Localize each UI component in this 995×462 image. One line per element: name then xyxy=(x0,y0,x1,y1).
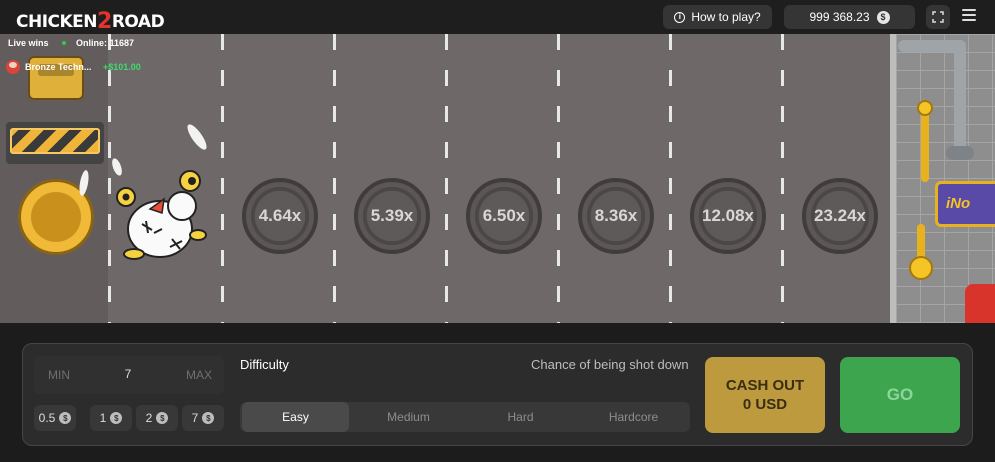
online-count: Online: 11687 xyxy=(76,38,135,48)
dollar-coin-icon: $ xyxy=(110,412,123,424)
info-icon: i xyxy=(674,11,686,23)
fullscreen-icon xyxy=(932,11,944,23)
balance-display: 999 368.23 $ xyxy=(784,5,915,29)
street-lamp-pole xyxy=(954,40,966,158)
bet-amount-value[interactable]: 7 xyxy=(120,367,136,381)
dollar-coin-icon: $ xyxy=(156,412,169,424)
stanchion-top xyxy=(917,100,933,116)
multiplier-manhole: 6.50x xyxy=(466,178,542,254)
lane-divider xyxy=(333,34,336,323)
bet-max-button[interactable]: MAX xyxy=(186,368,212,382)
multiplier-manhole: 4.64x xyxy=(242,178,318,254)
chip-button[interactable]: 1 $ xyxy=(90,405,132,431)
avatar xyxy=(6,60,20,74)
chip-button[interactable]: 0.5 $ xyxy=(34,405,76,431)
difficulty-tab-hard[interactable]: Hard xyxy=(467,402,574,432)
multiplier-manhole: 12.08x xyxy=(690,178,766,254)
dollar-coin-icon: $ xyxy=(876,10,890,24)
chip-button[interactable]: 2 $ xyxy=(136,405,178,431)
stanchion-base xyxy=(909,256,933,280)
sign-board: iNo xyxy=(935,181,995,227)
cash-out-label: CASH OUT xyxy=(725,377,805,394)
lane-divider xyxy=(108,34,111,323)
difficulty-tab-hardcore[interactable]: Hardcore xyxy=(580,402,687,432)
live-indicator-icon xyxy=(62,41,66,45)
chip-button[interactable]: 7 $ xyxy=(182,405,224,431)
cash-out-button[interactable]: CASH OUT 0 USD xyxy=(705,357,825,433)
sign-text: iNo xyxy=(946,195,971,212)
finish-sidewalk xyxy=(896,34,995,323)
chance-label: Chance of being shot down xyxy=(531,357,689,372)
road-area: Live wins Online: 11687 Bronze Techn... … xyxy=(0,34,995,323)
multiplier-manhole: 8.36x xyxy=(578,178,654,254)
lane-divider xyxy=(781,34,784,323)
chicken-character xyxy=(112,169,212,269)
bet-min-button[interactable]: MIN xyxy=(48,368,70,382)
fire-hydrant xyxy=(965,284,995,323)
cash-out-amount: 0 USD xyxy=(742,396,788,413)
game-root: CHICKEN2ROAD i How to play? 999 368.23 $ xyxy=(0,0,995,462)
live-win-entry: Bronze Techn... xyxy=(6,59,91,75)
top-bar: CHICKEN2ROAD i How to play? 999 368.23 $ xyxy=(0,0,995,34)
difficulty-tab-medium[interactable]: Medium xyxy=(355,402,462,432)
win-amount: +$101.00 xyxy=(103,62,141,72)
street-lamp-base xyxy=(946,146,974,160)
fullscreen-button[interactable] xyxy=(926,5,950,29)
multiplier-manhole: 23.24x xyxy=(802,178,878,254)
dollar-coin-icon: $ xyxy=(59,412,72,424)
lane-divider xyxy=(445,34,448,323)
dollar-coin-icon: $ xyxy=(202,412,215,424)
barrier xyxy=(6,122,104,164)
menu-icon xyxy=(962,9,976,11)
balance-value: 999 368.23 xyxy=(809,10,870,24)
how-to-play-label: How to play? xyxy=(691,10,761,24)
difficulty-label: Difficulty xyxy=(240,357,289,372)
live-wins-title: Live wins xyxy=(8,38,49,48)
stanchion-post xyxy=(921,112,929,182)
win-username: Bronze Techn... xyxy=(25,62,92,72)
lane-divider xyxy=(669,34,672,323)
go-button[interactable]: GO xyxy=(840,357,960,433)
lane-divider xyxy=(557,34,560,323)
game-logo: CHICKEN2ROAD xyxy=(16,9,165,34)
lane-divider xyxy=(221,34,224,323)
feather-icon xyxy=(184,121,210,153)
how-to-play-button[interactable]: i How to play? xyxy=(663,5,772,29)
multiplier-manhole: 5.39x xyxy=(354,178,430,254)
difficulty-tab-easy[interactable]: Easy xyxy=(242,402,349,432)
menu-button[interactable] xyxy=(962,9,976,25)
